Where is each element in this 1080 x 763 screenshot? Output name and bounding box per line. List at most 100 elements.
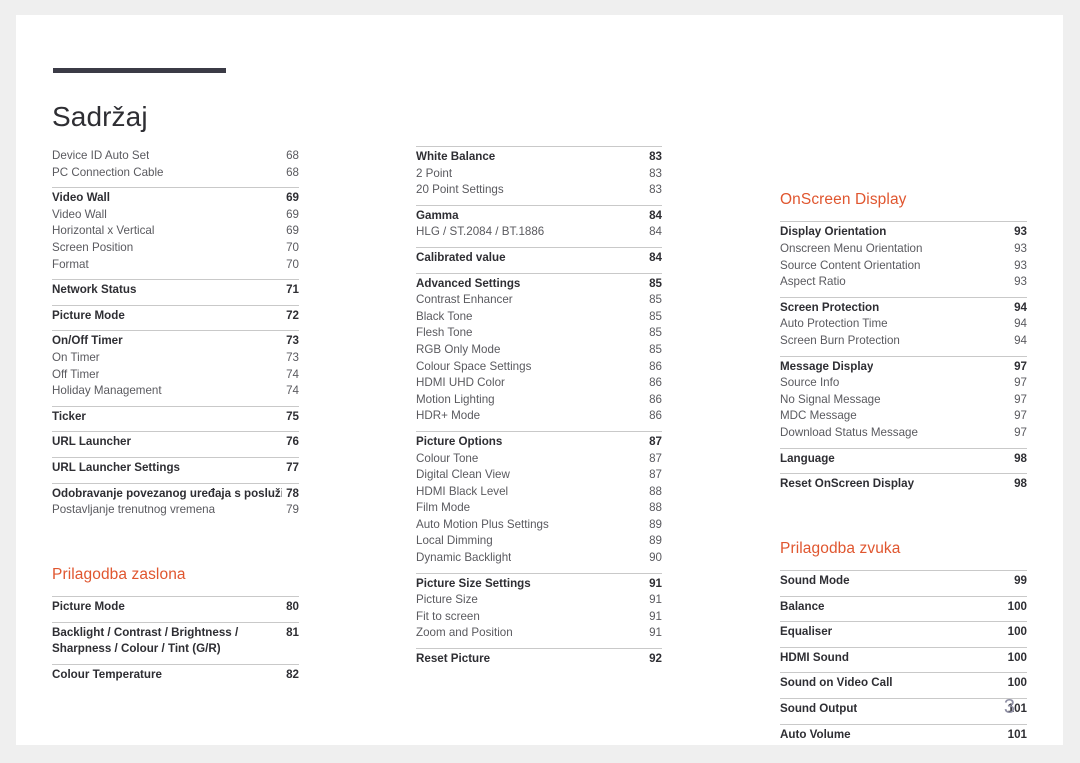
toc-row[interactable]: Local Dimming 89	[416, 533, 662, 550]
toc-group: HDMI Sound 100	[780, 646, 1027, 669]
toc-row[interactable]: Advanced Settings 85	[416, 276, 662, 293]
toc-row[interactable]: Source Content Orientation 93	[780, 258, 1027, 275]
toc-row[interactable]: 20 Point Settings 83	[416, 182, 662, 199]
toc-row[interactable]: Picture Mode 80	[52, 599, 299, 616]
toc-row[interactable]: PC Connection Cable 68	[52, 165, 299, 182]
toc-row[interactable]: Odobravanje povezanog uređaja s poslužit…	[52, 486, 299, 503]
toc-row[interactable]: Auto Protection Time 94	[780, 316, 1027, 333]
toc-row[interactable]: Reset OnScreen Display 98	[780, 476, 1027, 493]
toc-row-label: Black Tone	[416, 309, 473, 323]
toc-row[interactable]: Black Tone 85	[416, 309, 662, 326]
toc-group: Picture Mode 72	[52, 304, 299, 327]
toc-row-label: Network Status	[52, 283, 137, 297]
toc-row[interactable]: On Timer 73	[52, 350, 299, 367]
toc-row[interactable]: Digital Clean View 87	[416, 467, 662, 484]
toc-row[interactable]: Motion Lighting 86	[416, 392, 662, 409]
document-page: Sadržaj Device ID Auto Set 68 PC Connectio…	[16, 15, 1063, 745]
toc-row[interactable]: On/Off Timer 73	[52, 333, 299, 350]
toc-row[interactable]: Gamma 84	[416, 208, 662, 225]
toc-row[interactable]: Fit to screen 91	[416, 609, 662, 626]
toc-row[interactable]: 2 Point 83	[416, 166, 662, 183]
toc-row-label: RGB Only Mode	[416, 342, 501, 356]
toc-row[interactable]: URL Launcher Settings 77	[52, 460, 299, 477]
toc-row[interactable]: Colour Space Settings 86	[416, 359, 662, 376]
toc-row[interactable]: Onscreen Menu Orientation 93	[780, 241, 1027, 258]
toc-row[interactable]: Contrast Enhancer 85	[416, 292, 662, 309]
toc-row[interactable]: Format 70	[52, 257, 299, 274]
toc-row[interactable]: White Balance 83	[416, 149, 662, 166]
toc-row[interactable]: Auto Volume 101	[780, 727, 1027, 744]
toc-row[interactable]: Language 98	[780, 451, 1027, 468]
toc-row[interactable]: Display Orientation 93	[780, 224, 1027, 241]
toc-row[interactable]: No Signal Message 97	[780, 392, 1027, 409]
toc-row-label: Fit to screen	[416, 609, 480, 623]
toc-row-page-number: 94	[1014, 333, 1027, 347]
toc-row[interactable]: Sound Mode 99	[780, 573, 1027, 590]
toc-row-label: Picture Mode	[52, 600, 125, 614]
toc-row[interactable]: Screen Protection 94	[780, 300, 1027, 317]
toc-row[interactable]: MDC Message 97	[780, 408, 1027, 425]
toc-row[interactable]: Auto Motion Plus Settings 89	[416, 517, 662, 534]
toc-row-label: Aspect Ratio	[780, 275, 846, 289]
toc-row[interactable]: Horizontal x Vertical 69	[52, 223, 299, 240]
toc-row[interactable]: Equaliser 100	[780, 624, 1027, 641]
toc-row[interactable]: Dynamic Backlight 90	[416, 550, 662, 567]
toc-row[interactable]: Colour Tone 87	[416, 451, 662, 468]
toc-row[interactable]: URL Launcher 76	[52, 434, 299, 451]
toc-row[interactable]: Ticker 75	[52, 409, 299, 426]
toc-row[interactable]: HDMI UHD Color 86	[416, 375, 662, 392]
toc-row[interactable]: Picture Mode 72	[52, 308, 299, 325]
toc-row[interactable]: Screen Position 70	[52, 240, 299, 257]
toc-row[interactable]: Sound on Video Call 100	[780, 675, 1027, 692]
toc-row[interactable]: Calibrated value 84	[416, 250, 662, 267]
toc-row[interactable]: Network Status 71	[52, 282, 299, 299]
toc-row-page-number: 86	[649, 376, 662, 390]
toc-row[interactable]: HDR+ Mode 86	[416, 408, 662, 425]
toc-row[interactable]: Reset Picture 92	[416, 651, 662, 668]
toc-row[interactable]: Message Display 97	[780, 359, 1027, 376]
toc-row[interactable]: Source Info 97	[780, 375, 1027, 392]
toc-row[interactable]: Download Status Message 97	[780, 425, 1027, 442]
toc-row-label: Screen Burn Protection	[780, 333, 900, 347]
toc-row[interactable]: 81 Backlight / Contrast / Brightness / Sh…	[52, 625, 299, 658]
toc-row[interactable]: Flesh Tone 85	[416, 325, 662, 342]
toc-row[interactable]: Colour Temperature 82	[52, 667, 299, 684]
toc-row[interactable]: HDMI Black Level 88	[416, 484, 662, 501]
toc-row-page-number: 71	[286, 283, 299, 297]
toc-row[interactable]: HDMI Sound 100	[780, 650, 1027, 667]
toc-group: Sound Mode 99	[780, 570, 1027, 592]
toc-row[interactable]: Video Wall 69	[52, 190, 299, 207]
toc-row[interactable]: Device ID Auto Set 68	[52, 148, 299, 165]
section-heading: Prilagodba zaslona	[52, 565, 186, 583]
toc-row[interactable]: Video Wall 69	[52, 207, 299, 224]
toc-row[interactable]: Zoom and Position 91	[416, 625, 662, 642]
toc-row[interactable]: Postavljanje trenutnog vremena 79	[52, 502, 299, 519]
toc-row-page-number: 84	[649, 225, 662, 239]
column-left: Device ID Auto Set 68 PC Connection Cable 6…	[52, 146, 299, 685]
toc-row[interactable]: Balance 100	[780, 599, 1027, 616]
toc-row-label: Sound Output	[780, 702, 858, 716]
toc-row-label: Auto Motion Plus Settings	[416, 517, 549, 531]
toc-row[interactable]: RGB Only Mode 85	[416, 342, 662, 359]
toc-group: Advanced Settings 85 Contrast Enhancer 85 Bl…	[416, 272, 662, 427]
toc-row-page-number: 84	[649, 208, 662, 222]
toc-row-page-number: 98	[1014, 451, 1027, 465]
toc-row[interactable]: Picture Size Settings 91	[416, 576, 662, 593]
toc-row[interactable]: Holiday Management 74	[52, 383, 299, 400]
toc-group: Reset Picture 92	[416, 648, 662, 670]
toc-row-label: Backlight / Contrast / Brightness / Shar…	[52, 625, 239, 656]
toc-row-label: Flesh Tone	[416, 326, 473, 340]
toc-row-page-number: 75	[286, 409, 299, 423]
toc-row[interactable]: Picture Size 91	[416, 592, 662, 609]
toc-row-page-number: 76	[286, 435, 299, 449]
toc-row[interactable]: Off Timer 74	[52, 367, 299, 384]
toc-row[interactable]: Aspect Ratio 93	[780, 274, 1027, 291]
toc-row[interactable]: HLG / ST.2084 / BT.1886 84	[416, 224, 662, 241]
toc-row-label: Reset OnScreen Display	[780, 477, 915, 491]
toc-row[interactable]: Sound Output 101	[780, 701, 1027, 718]
toc-row[interactable]: Film Mode 88	[416, 500, 662, 517]
toc-row[interactable]: Picture Options 87	[416, 434, 662, 451]
toc-row[interactable]: Screen Burn Protection 94	[780, 333, 1027, 350]
